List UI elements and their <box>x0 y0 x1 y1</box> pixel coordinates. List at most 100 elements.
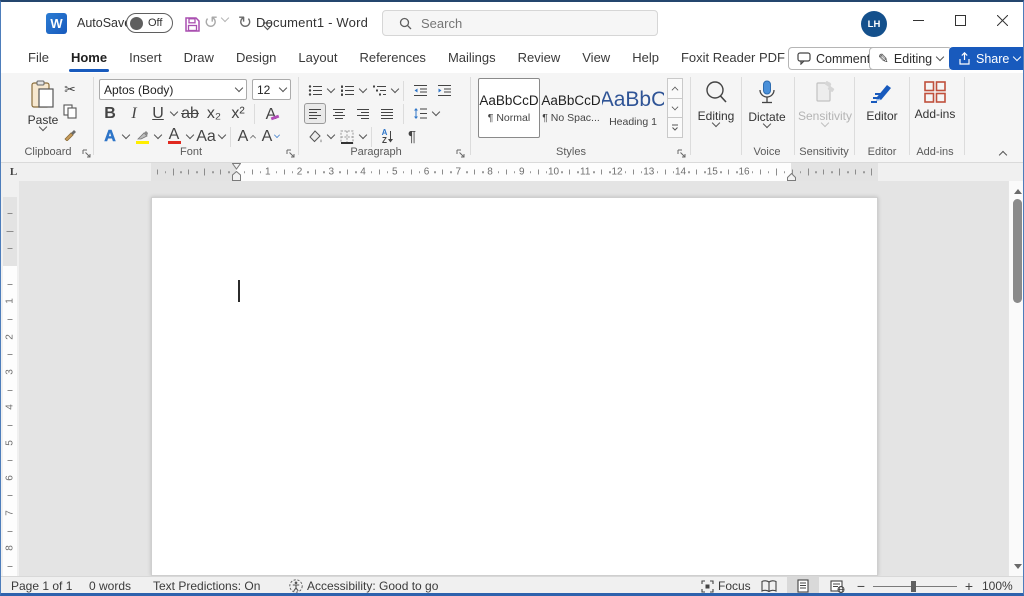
tab-foxit-reader-pdf[interactable]: Foxit Reader PDF <box>670 45 796 73</box>
tab-mailings[interactable]: Mailings <box>437 45 507 73</box>
font-dialog-launcher[interactable] <box>283 146 297 160</box>
shading-options-icon[interactable] <box>327 131 335 139</box>
zoom-slider[interactable] <box>873 586 957 587</box>
shrink-font-button[interactable]: A <box>260 126 282 147</box>
text-effects-button[interactable]: A <box>99 126 121 147</box>
hanging-indent-marker[interactable] <box>232 171 241 181</box>
web-layout-button[interactable] <box>821 577 853 595</box>
editor-button[interactable]: Editor <box>857 80 907 123</box>
clear-formatting-button[interactable]: A <box>260 103 282 124</box>
styles-scroll-up-button[interactable] <box>667 78 683 99</box>
line-spacing-button[interactable] <box>409 103 431 124</box>
page-number-status[interactable]: Page 1 of 1 <box>11 579 72 593</box>
shading-button[interactable] <box>304 126 326 147</box>
clipboard-dialog-launcher[interactable] <box>79 146 93 160</box>
tab-stop-selector[interactable]: L <box>6 164 21 179</box>
tab-references[interactable]: References <box>348 45 436 73</box>
tab-review[interactable]: Review <box>507 45 572 73</box>
bullets-button[interactable] <box>304 80 326 101</box>
autosave-toggle[interactable]: Off <box>126 13 173 33</box>
dictate-button[interactable]: Dictate <box>743 80 791 127</box>
show-formatting-button[interactable]: ¶ <box>401 126 423 147</box>
cut-button[interactable]: ✂ <box>59 79 81 100</box>
bold-button[interactable]: B <box>99 103 121 124</box>
align-right-button[interactable] <box>352 103 374 124</box>
text-effects-options-icon[interactable] <box>122 131 130 139</box>
minimize-button[interactable] <box>897 2 939 38</box>
bullets-options-icon[interactable] <box>327 85 335 93</box>
copy-button[interactable] <box>59 101 81 122</box>
numbering-options-icon[interactable] <box>359 85 367 93</box>
tab-insert[interactable]: Insert <box>118 45 173 73</box>
tab-home[interactable]: Home <box>60 45 118 73</box>
scroll-down-button[interactable] <box>1009 559 1024 573</box>
zoom-out-button[interactable]: − <box>853 578 869 594</box>
focus-mode-button[interactable]: Focus <box>701 579 751 593</box>
grow-font-button[interactable]: A <box>236 126 258 147</box>
highlight-options-icon[interactable] <box>154 131 162 139</box>
align-center-button[interactable] <box>328 103 350 124</box>
style-heading-1[interactable]: AaBbCHeading 1 <box>602 78 664 138</box>
tab-view[interactable]: View <box>571 45 621 73</box>
change-case-options-icon[interactable] <box>218 131 226 139</box>
scroll-up-button[interactable] <box>1009 184 1024 198</box>
highlight-button[interactable] <box>131 126 153 147</box>
tab-layout[interactable]: Layout <box>287 45 348 73</box>
first-line-indent-marker[interactable] <box>232 163 241 170</box>
italic-button[interactable]: I <box>123 103 145 124</box>
zoom-slider-handle[interactable] <box>911 581 916 592</box>
style-no-spac[interactable]: AaBbCcD¶ No Spac... <box>540 78 602 138</box>
addins-button[interactable]: Add-ins <box>909 80 961 121</box>
borders-button[interactable] <box>336 126 358 147</box>
close-button[interactable] <box>981 2 1023 38</box>
justify-button[interactable] <box>376 103 398 124</box>
print-layout-button[interactable] <box>787 577 819 595</box>
font-color-options-icon[interactable] <box>186 131 194 139</box>
styles-scroll-down-button[interactable] <box>667 99 683 119</box>
tab-help[interactable]: Help <box>621 45 670 73</box>
font-size-combo[interactable]: 12 <box>252 79 291 100</box>
word-app-icon[interactable]: W <box>46 13 67 34</box>
change-case-button[interactable]: Aa <box>195 126 217 147</box>
paragraph-dialog-launcher[interactable] <box>453 146 467 160</box>
zoom-percentage[interactable]: 100% <box>982 579 1013 593</box>
decrease-indent-button[interactable] <box>409 80 431 101</box>
text-predictions-status[interactable]: Text Predictions: On <box>153 579 260 593</box>
tab-file[interactable]: File <box>17 45 60 73</box>
styles-dialog-launcher[interactable] <box>674 146 688 160</box>
numbering-button[interactable] <box>336 80 358 101</box>
editing-mode-button[interactable]: ✎ Editing <box>869 47 952 70</box>
vertical-scrollbar[interactable] <box>1008 181 1024 576</box>
sort-button[interactable]: A Z <box>377 126 399 147</box>
font-name-combo[interactable]: Aptos (Body) <box>99 79 247 100</box>
document-page[interactable] <box>151 197 878 576</box>
editing-menu-button[interactable]: Editing <box>693 80 739 126</box>
underline-button[interactable]: U <box>147 103 169 124</box>
share-button[interactable]: Share <box>949 47 1024 70</box>
multilevel-options-icon[interactable] <box>391 85 399 93</box>
search-input[interactable] <box>421 16 621 31</box>
font-color-button[interactable]: A <box>163 126 185 147</box>
superscript-button[interactable]: x² <box>227 103 249 124</box>
format-painter-button[interactable] <box>59 123 81 144</box>
borders-options-icon[interactable] <box>359 131 367 139</box>
zoom-in-button[interactable]: + <box>961 578 977 594</box>
read-mode-button[interactable] <box>753 577 785 595</box>
multilevel-list-button[interactable] <box>368 80 390 101</box>
sensitivity-button[interactable]: Sensitivity <box>797 80 853 126</box>
subscript-button[interactable]: x₂ <box>203 103 225 124</box>
word-count-status[interactable]: 0 words <box>89 579 131 593</box>
strikethrough-button[interactable]: ab <box>179 103 201 124</box>
increase-indent-button[interactable] <box>433 80 455 101</box>
collapse-ribbon-button[interactable] <box>993 145 1013 161</box>
tab-draw[interactable]: Draw <box>173 45 225 73</box>
user-avatar[interactable]: LH <box>861 11 887 37</box>
align-left-button[interactable] <box>304 103 326 124</box>
search-box[interactable] <box>382 10 658 36</box>
style-normal[interactable]: AaBbCcD¶ Normal <box>478 78 540 138</box>
scrollbar-thumb[interactable] <box>1013 199 1022 303</box>
styles-gallery-more-button[interactable] <box>667 118 683 138</box>
redo-button[interactable]: ↻ <box>233 11 257 35</box>
line-spacing-options-icon[interactable] <box>432 108 440 116</box>
tab-design[interactable]: Design <box>225 45 287 73</box>
